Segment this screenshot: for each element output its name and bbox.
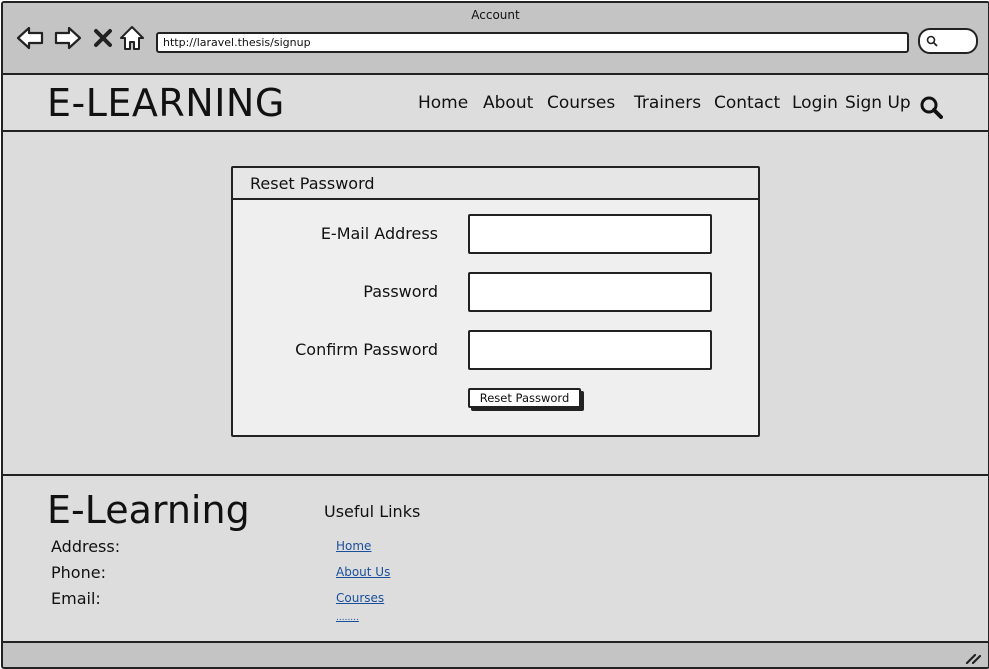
nav-courses[interactable]: Courses bbox=[547, 93, 615, 113]
browser-search-box[interactable] bbox=[918, 28, 978, 54]
main-content: Reset Password E-Mail Address Password C… bbox=[3, 132, 988, 476]
card-header: Reset Password bbox=[233, 168, 758, 200]
footer-phone: Phone: bbox=[51, 563, 106, 582]
footer-link-courses[interactable]: Courses bbox=[336, 591, 384, 605]
footer-email: Email: bbox=[51, 589, 101, 608]
nav-trainers[interactable]: Trainers bbox=[634, 93, 701, 113]
password-label: Password bbox=[363, 282, 438, 301]
url-input[interactable]: http://laravel.thesis/signup bbox=[156, 32, 909, 53]
email-label: E-Mail Address bbox=[320, 224, 438, 243]
main-navigation: Home About Courses Trainers Contact Logi… bbox=[3, 93, 988, 119]
home-icon[interactable] bbox=[117, 23, 147, 53]
search-icon bbox=[926, 35, 938, 47]
site-header: E-LEARNING Home About Courses Trainers C… bbox=[3, 75, 988, 132]
nav-sign-up[interactable]: Sign Up bbox=[845, 93, 911, 113]
back-arrow-icon[interactable] bbox=[15, 23, 45, 53]
browser-chrome: Account http://laravel.thesis/signup bbox=[3, 3, 988, 75]
footer-link-more[interactable]: ........ bbox=[336, 613, 359, 623]
confirm-password-field[interactable] bbox=[468, 330, 712, 370]
footer-logo: E-Learning bbox=[47, 488, 250, 532]
window-title: Account bbox=[471, 8, 520, 22]
email-field[interactable] bbox=[468, 214, 712, 254]
reset-password-button[interactable]: Reset Password bbox=[468, 388, 581, 408]
confirm-password-label: Confirm Password bbox=[295, 340, 438, 359]
footer-link-home[interactable]: Home bbox=[336, 539, 371, 553]
status-bar bbox=[3, 643, 988, 667]
search-icon[interactable] bbox=[919, 95, 943, 123]
useful-links-title: Useful Links bbox=[324, 502, 421, 521]
password-field[interactable] bbox=[468, 272, 712, 312]
browser-window: Account http://laravel.thesis/signup E-L… bbox=[1, 1, 989, 669]
reset-password-card: Reset Password E-Mail Address Password C… bbox=[231, 166, 760, 437]
nav-home[interactable]: Home bbox=[418, 93, 468, 113]
nav-contact[interactable]: Contact bbox=[714, 93, 780, 113]
forward-arrow-icon[interactable] bbox=[53, 23, 83, 53]
site-footer: E-Learning Address: Phone: Email: Useful… bbox=[3, 476, 988, 643]
footer-address: Address: bbox=[51, 537, 121, 556]
nav-login[interactable]: Login bbox=[792, 93, 838, 113]
nav-about[interactable]: About bbox=[483, 93, 533, 113]
close-icon[interactable] bbox=[88, 23, 118, 53]
resize-grip-icon[interactable] bbox=[965, 649, 982, 667]
card-title: Reset Password bbox=[250, 174, 375, 193]
footer-link-about-us[interactable]: About Us bbox=[336, 565, 390, 579]
